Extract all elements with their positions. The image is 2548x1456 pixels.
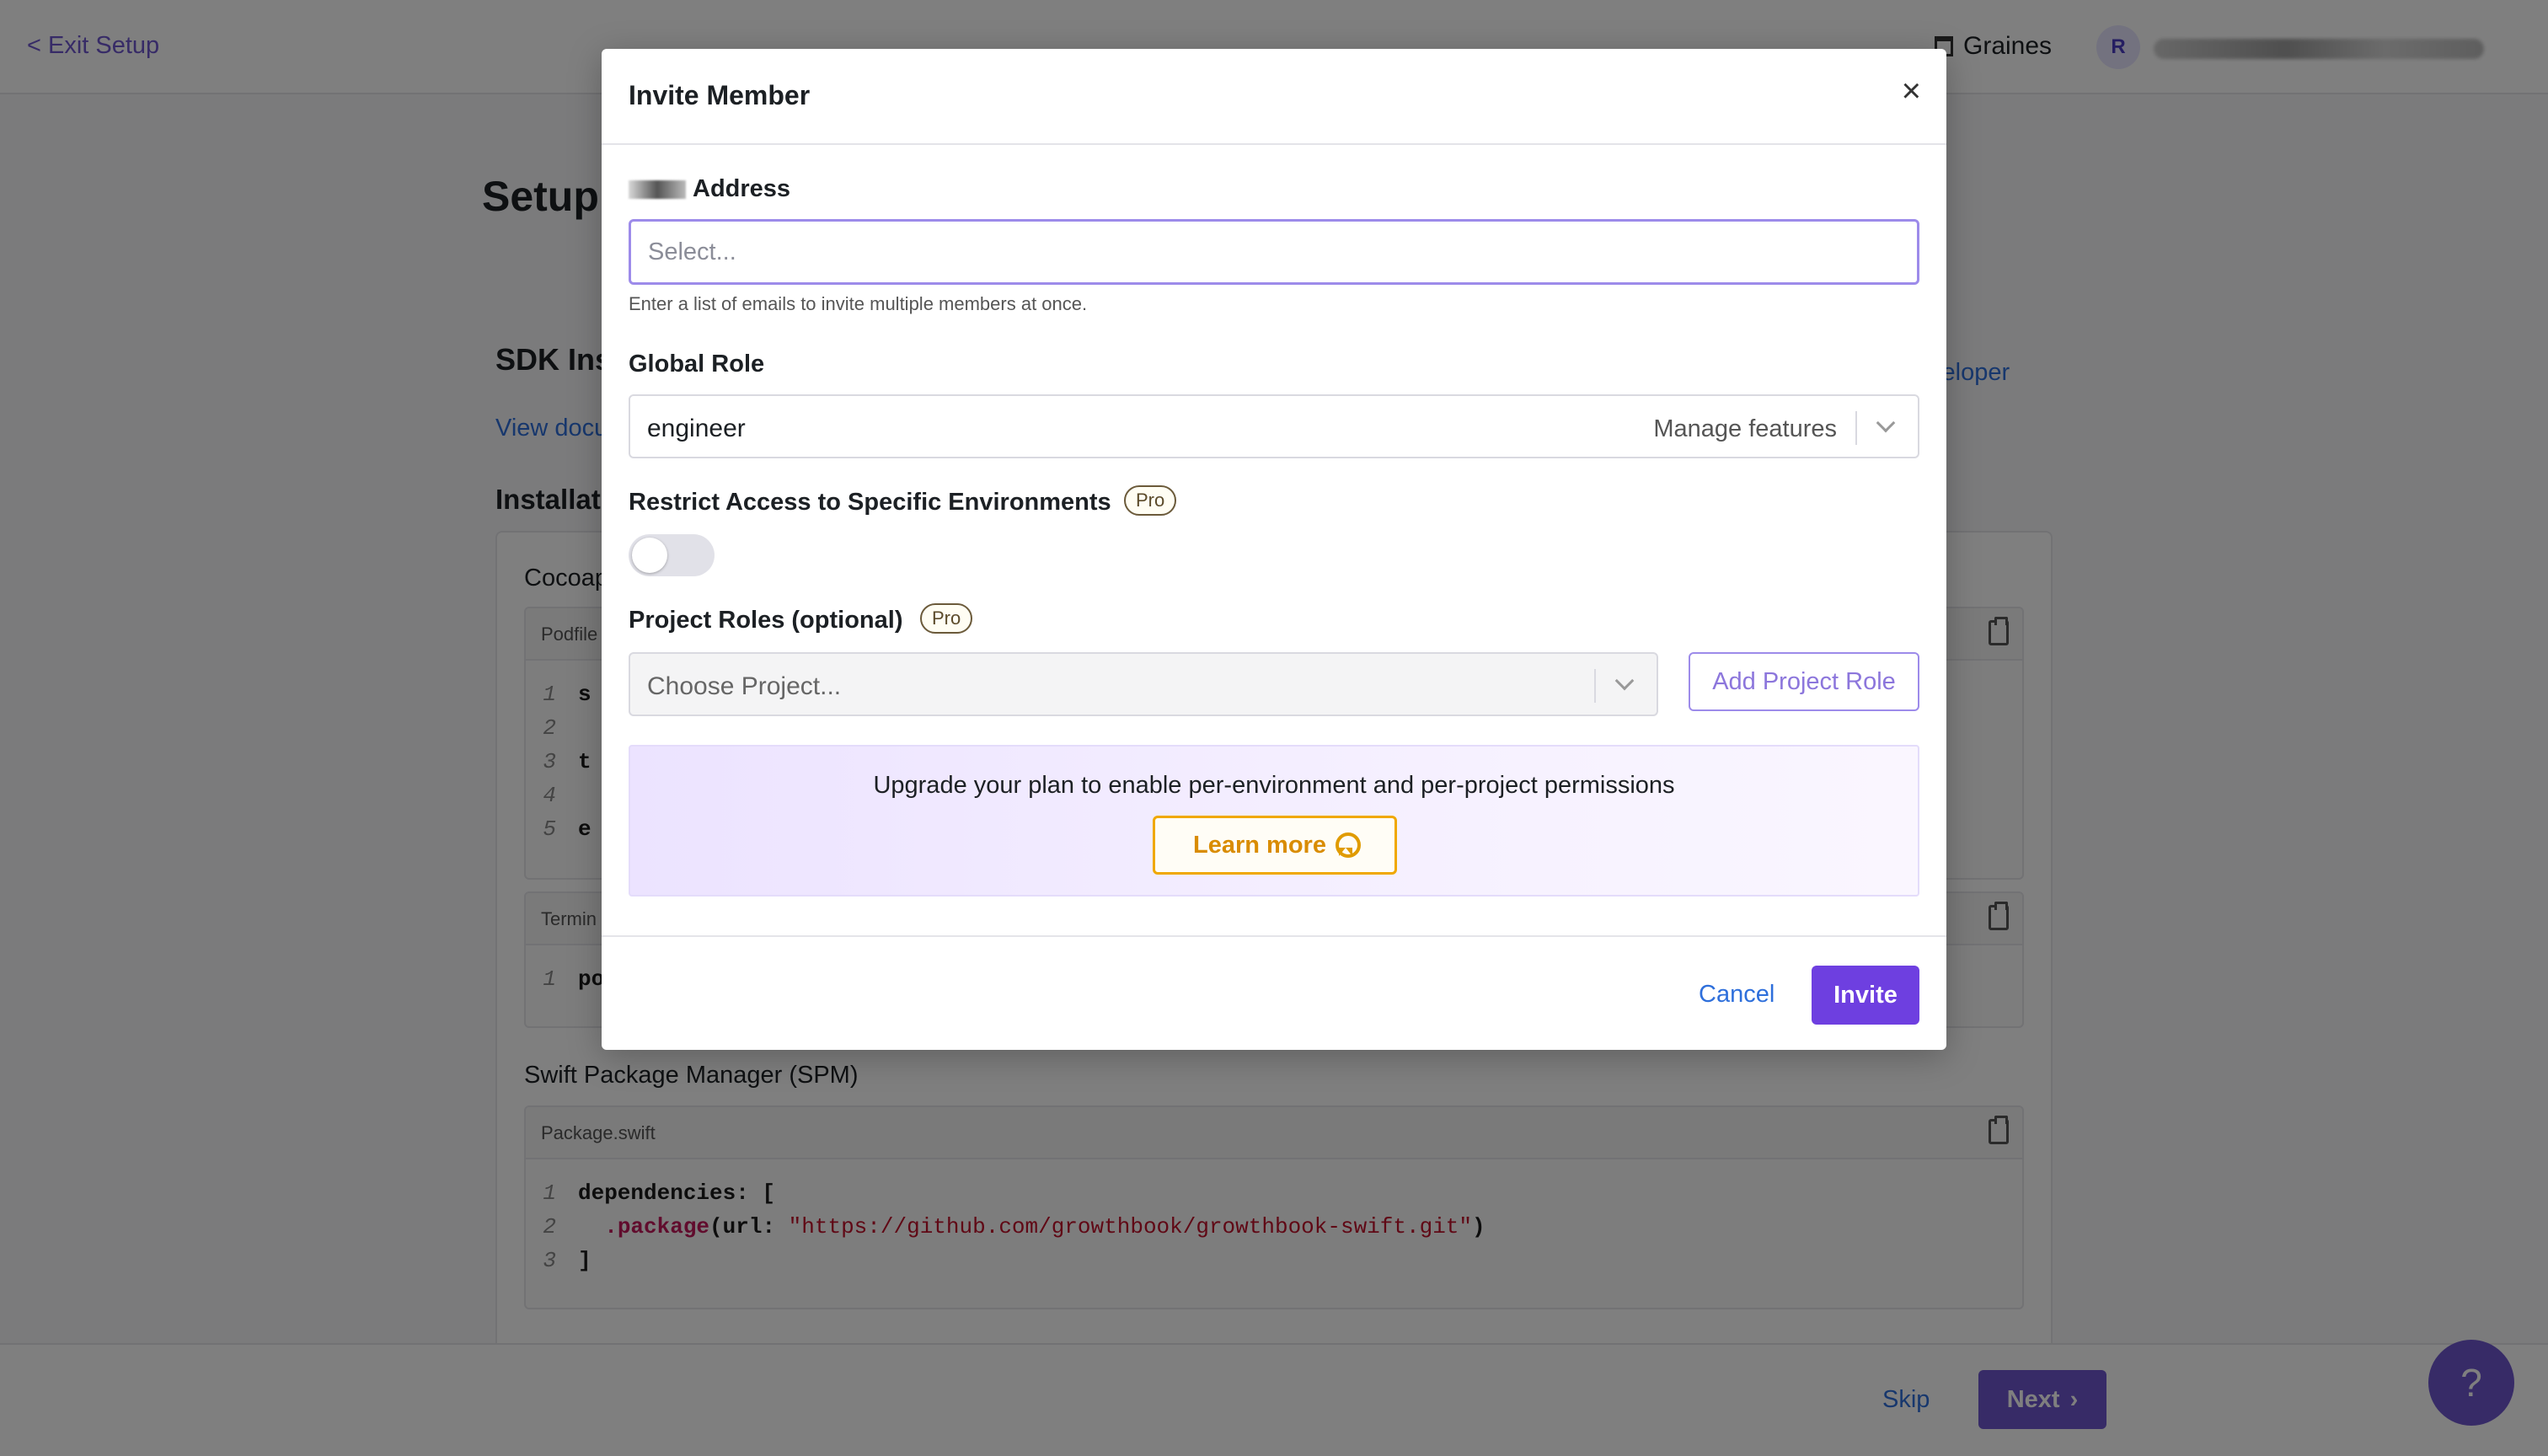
chevron-down-icon[interactable] [1614, 671, 1635, 691]
learn-more-button[interactable]: Learn more [1153, 816, 1397, 875]
choose-project-placeholder: Choose Project... [647, 672, 842, 700]
project-roles-label: Project Roles (optional) [629, 607, 903, 634]
modal-header: Invite Member × [602, 49, 1946, 145]
redacted-text [629, 180, 686, 200]
pro-badge: Pro [920, 603, 973, 634]
email-field[interactable] [629, 219, 1919, 285]
upgrade-banner: Upgrade your plan to enable per-environm… [629, 745, 1919, 897]
choose-project-select[interactable]: Choose Project... [629, 652, 1658, 716]
restrict-access-label: Restrict Access to Specific Environments [629, 489, 1111, 516]
invite-member-modal: Invite Member × Address Enter a list of … [602, 49, 1946, 1050]
email-hint: Enter a list of emails to invite multipl… [629, 293, 1088, 314]
email-label: Address [629, 175, 790, 203]
manage-features-link[interactable]: Manage features [1653, 415, 1837, 443]
invite-button[interactable]: Invite [1812, 966, 1919, 1025]
select-separator [1594, 669, 1596, 703]
close-icon[interactable]: × [1902, 74, 1921, 108]
global-role-select[interactable]: engineer Manage features [629, 394, 1919, 458]
upgrade-text: Upgrade your plan to enable per-environm… [873, 772, 1675, 799]
add-project-role-button[interactable]: Add Project Role [1689, 652, 1919, 711]
modal-title: Invite Member [629, 80, 811, 110]
restrict-access-toggle[interactable] [629, 534, 715, 576]
chevron-down-icon[interactable] [1876, 413, 1896, 433]
learn-more-label: Learn more [1193, 831, 1326, 859]
pro-badge: Pro [1124, 485, 1177, 516]
select-separator [1855, 411, 1857, 445]
global-role-value: engineer [647, 415, 746, 442]
toggle-knob [632, 538, 667, 573]
cancel-button[interactable]: Cancel [1699, 981, 1774, 1009]
award-ribbon-icon [1335, 832, 1361, 858]
global-role-label: Global Role [629, 351, 765, 377]
